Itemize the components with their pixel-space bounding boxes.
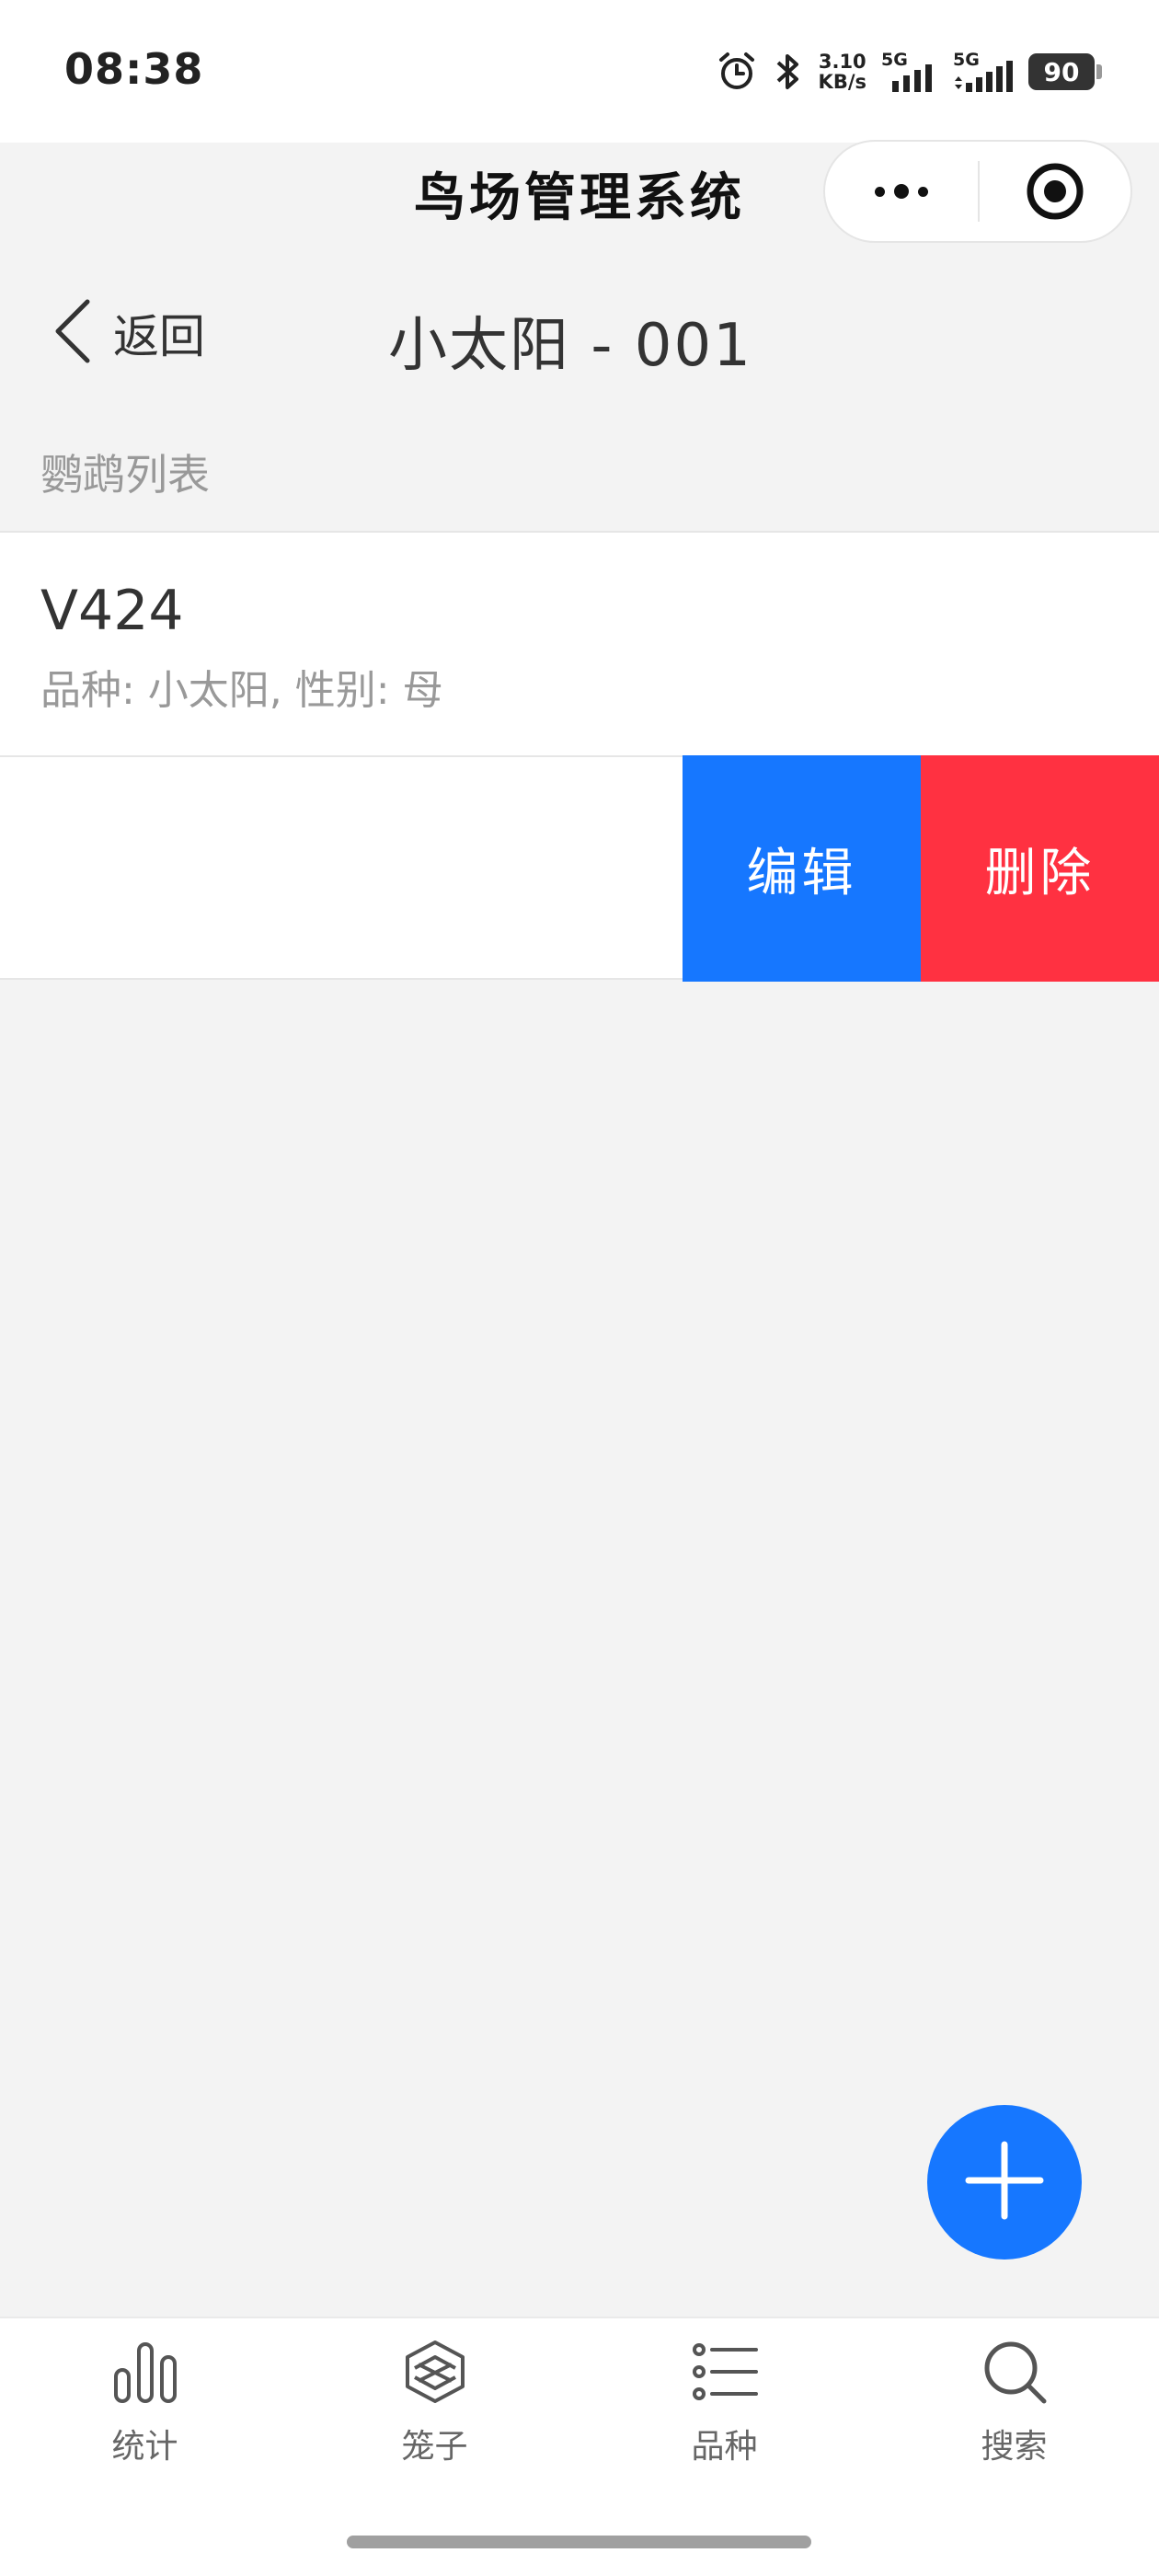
item-subtitle: 品种: 小太阳, 性别: 母: [40, 667, 443, 714]
list-item[interactable]: V424 品种: 小太阳, 性别: 母: [0, 531, 1159, 755]
tab-cages[interactable]: 笼子: [290, 2318, 580, 2484]
mini-program-capsule: [823, 140, 1132, 243]
cage-icon: [402, 2339, 468, 2409]
status-time: 08:38: [64, 44, 204, 94]
signal-icon: 5G: [881, 50, 938, 94]
more-dots-icon[interactable]: [825, 142, 978, 241]
signal-1-label: 5G: [881, 50, 908, 70]
tab-label: 统计: [111, 2428, 178, 2466]
tab-breeds[interactable]: 品种: [580, 2318, 869, 2484]
battery-icon: 90: [1028, 53, 1102, 90]
home-indicator[interactable]: [347, 2536, 811, 2548]
navbar: 返回 小太阳 - 001: [0, 261, 1159, 404]
section-title: 鹦鹉列表: [40, 450, 210, 500]
tab-search[interactable]: 搜索: [869, 2318, 1159, 2484]
swipe-actions: 编辑 删除: [683, 755, 1159, 982]
tab-label: 笼子: [401, 2428, 468, 2466]
alarm-icon: [716, 51, 758, 93]
net-speed-value: 3.10: [818, 51, 866, 73]
item-title: V424: [40, 579, 184, 643]
tab-statistics[interactable]: 统计: [0, 2318, 290, 2484]
tab-label: 搜索: [981, 2428, 1048, 2466]
signal-2-label: 5G: [953, 50, 980, 70]
status-icons: 3.10 KB/s 5G 5G 90: [716, 46, 1102, 98]
add-button[interactable]: [927, 2105, 1082, 2260]
tab-label: 品种: [691, 2428, 758, 2466]
delete-button[interactable]: 删除: [921, 755, 1159, 982]
net-speed: 3.10 KB/s: [819, 52, 866, 92]
signal-2-icon: 5G: [953, 50, 1014, 94]
search-icon: [981, 2339, 1048, 2409]
net-speed-unit: KB/s: [818, 71, 866, 93]
status-bar: 08:38 3.10 KB/s 5G 5G 90: [0, 0, 1159, 143]
plus-icon: [963, 2139, 1046, 2225]
edit-button[interactable]: 编辑: [683, 755, 921, 982]
list-icon: [692, 2339, 758, 2409]
parrot-list: V424 品种: 小太阳, 性别: 母 编辑 删除: [0, 531, 1159, 982]
target-circle-icon[interactable]: [980, 142, 1130, 241]
bluetooth-icon: [773, 51, 804, 93]
page-title: 小太阳 - 001: [388, 312, 752, 380]
bar-chart-icon: [112, 2339, 178, 2409]
list-item-swiped[interactable]: 编辑 删除: [0, 755, 1159, 982]
